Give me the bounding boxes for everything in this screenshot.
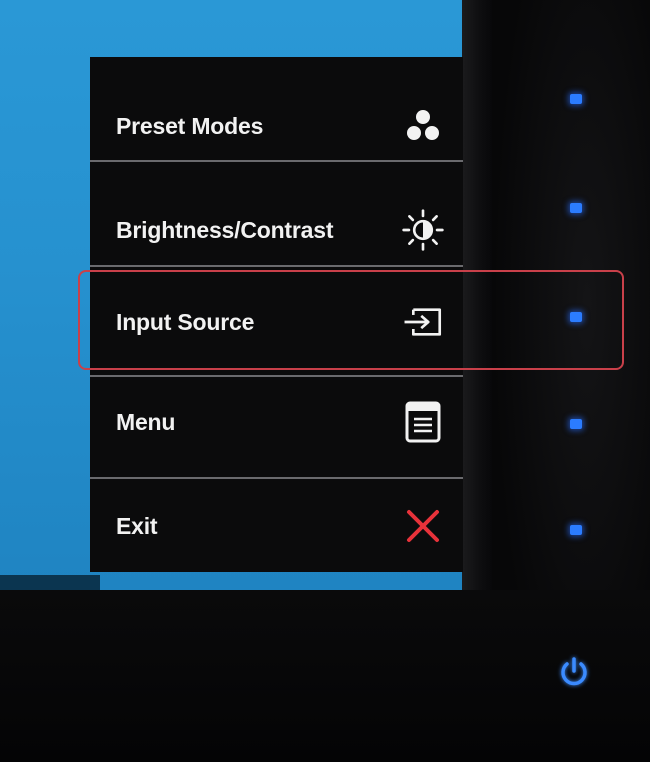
osd-item-label: Exit	[116, 512, 158, 539]
osd-item-exit[interactable]: Exit	[90, 475, 463, 577]
osd-item-label: Preset Modes	[116, 112, 264, 139]
highlight-box	[78, 270, 624, 370]
hardware-button-5[interactable]	[570, 525, 582, 535]
osd-divider	[90, 265, 463, 267]
preset-modes-icon	[401, 104, 445, 148]
osd-item-label: Brightness/Contrast	[116, 216, 334, 243]
power-icon	[556, 654, 592, 695]
osd-item-label: Menu	[116, 408, 176, 435]
hardware-button-4[interactable]	[570, 419, 582, 429]
exit-icon	[401, 504, 445, 548]
osd-divider	[90, 160, 463, 162]
menu-icon	[401, 400, 445, 444]
hardware-button-2[interactable]	[570, 203, 582, 213]
monitor-bottom-bezel	[0, 590, 650, 762]
brightness-contrast-icon	[401, 208, 445, 252]
power-button[interactable]	[555, 655, 593, 693]
hardware-button-3[interactable]	[570, 312, 582, 322]
osd-item-menu[interactable]: Menu	[90, 371, 463, 473]
hardware-button-1[interactable]	[570, 94, 582, 104]
